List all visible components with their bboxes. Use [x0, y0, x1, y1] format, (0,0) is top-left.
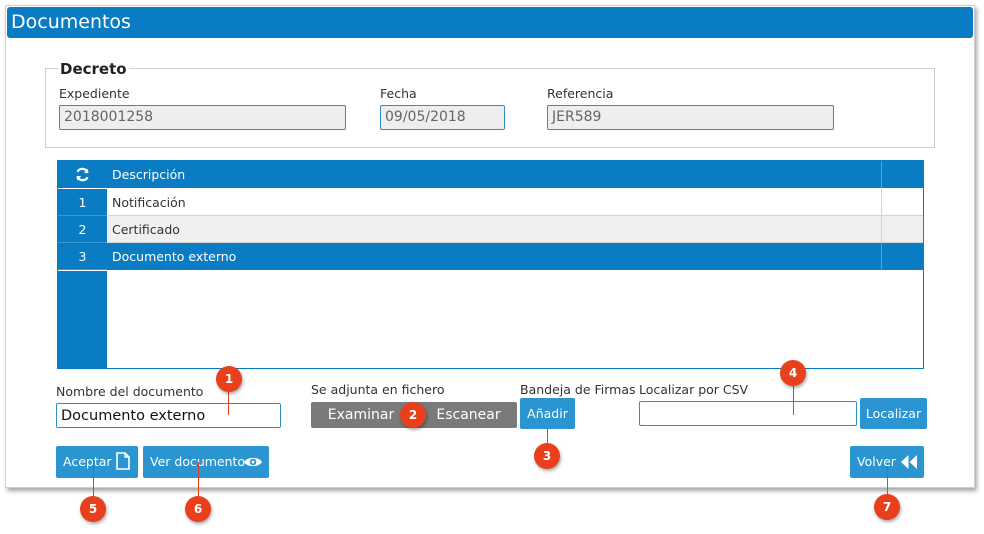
callout-line-5: [93, 462, 94, 496]
expediente-field: 2018001258: [59, 105, 346, 130]
adjunta-label: Se adjunta en fichero: [311, 382, 445, 397]
aceptar-label: Aceptar: [63, 454, 112, 469]
callout-badge-7: 7: [874, 494, 900, 520]
grid-header-descripcion[interactable]: Descripción: [108, 161, 882, 188]
csv-input[interactable]: [639, 401, 857, 426]
row-number: 1: [58, 189, 107, 216]
refresh-icon: [76, 167, 89, 182]
document-icon: [116, 452, 130, 470]
table-row-selected[interactable]: 3 Documento externo: [58, 243, 923, 270]
table-row[interactable]: 1 Notificación: [58, 189, 923, 216]
callout-line-4: [793, 384, 794, 415]
csv-label: Localizar por CSV: [639, 382, 749, 397]
callout-badge-5: 5: [80, 496, 106, 522]
row-number: 2: [58, 216, 107, 243]
anadir-button[interactable]: Añadir: [520, 398, 575, 429]
documents-grid: Descripción 1 Notificación 2 Certificado…: [57, 160, 924, 369]
referencia-label: Referencia: [547, 86, 614, 101]
row-extra: [882, 243, 923, 270]
grid-header: Descripción: [58, 161, 923, 188]
row-description: Certificado: [108, 216, 882, 243]
table-row[interactable]: 2 Certificado: [58, 216, 923, 243]
referencia-field: JER589: [547, 105, 834, 130]
examinar-button[interactable]: Examinar: [311, 402, 411, 428]
row-extra: [882, 189, 923, 216]
row-description: Documento externo: [108, 243, 882, 270]
bandeja-label: Bandeja de Firmas: [520, 382, 636, 397]
row-number: 3: [58, 243, 107, 270]
callout-badge-3: 3: [534, 443, 560, 469]
volver-label: Volver: [857, 454, 896, 469]
eye-icon: [244, 457, 262, 467]
nombre-input[interactable]: [56, 403, 281, 428]
window-title: Documentos: [7, 7, 973, 38]
row-number-column: [58, 271, 107, 368]
callout-line-7: [887, 466, 888, 496]
callout-badge-2: 2: [400, 402, 426, 428]
callout-badge-4: 4: [780, 360, 806, 386]
expediente-label: Expediente: [59, 86, 130, 101]
decreto-legend: Decreto: [58, 60, 129, 78]
fecha-field: 09/05/2018: [380, 105, 505, 130]
localizar-button[interactable]: Localizar: [860, 398, 927, 429]
nombre-label: Nombre del documento: [56, 384, 204, 399]
fecha-label: Fecha: [380, 86, 417, 101]
grid-header-extra: [882, 161, 923, 188]
refresh-button[interactable]: [58, 161, 107, 188]
callout-badge-1: 1: [216, 366, 242, 392]
callout-badge-6: 6: [185, 496, 211, 522]
double-chevron-left-icon: [901, 455, 917, 469]
escanear-button[interactable]: Escanear: [420, 402, 517, 428]
callout-line-6: [198, 462, 199, 496]
row-extra: [882, 216, 923, 243]
callout-line-1: [228, 390, 229, 415]
ver-documento-button[interactable]: Ver documento: [143, 446, 269, 478]
aceptar-button[interactable]: Aceptar: [56, 446, 138, 478]
row-description: Notificación: [108, 189, 882, 216]
